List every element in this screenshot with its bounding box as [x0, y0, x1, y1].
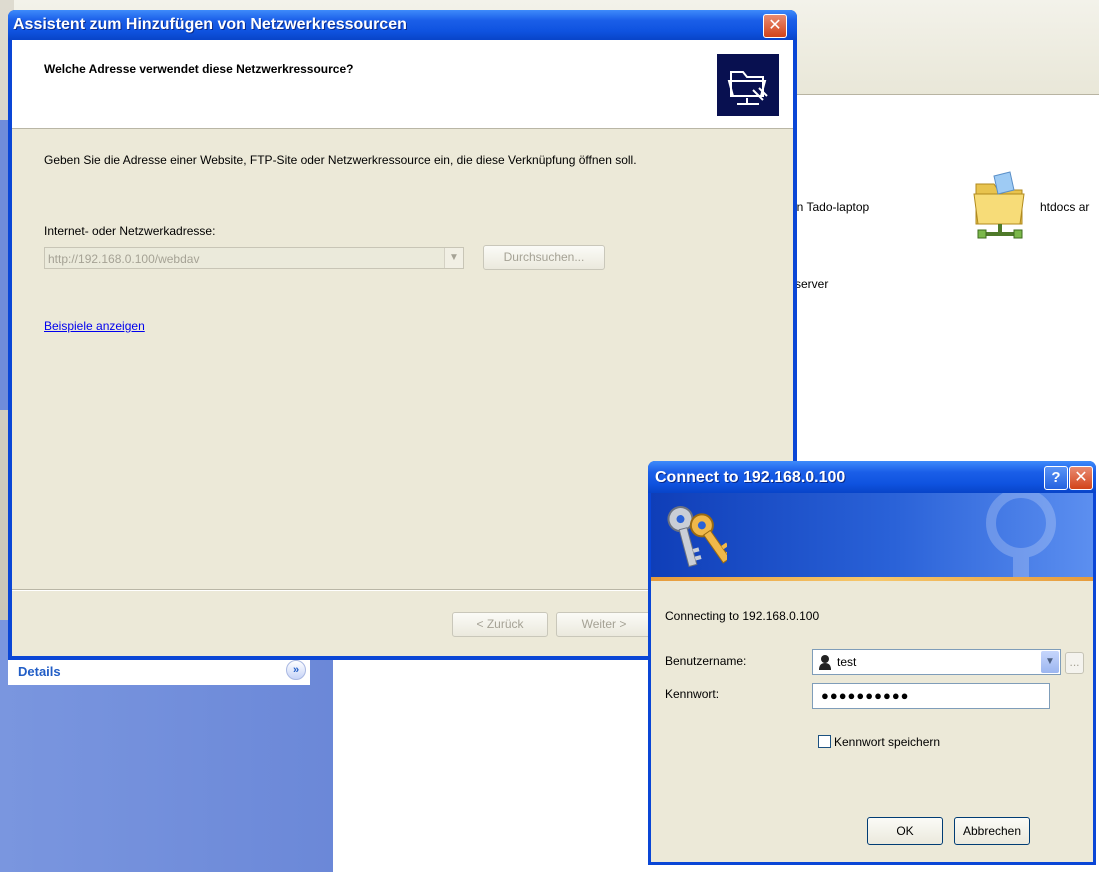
- close-icon[interactable]: ✕: [1069, 466, 1093, 490]
- cancel-button[interactable]: Abbrechen: [954, 817, 1030, 845]
- password-field[interactable]: ●●●●●●●●●●: [812, 683, 1050, 709]
- browse-users-button[interactable]: ...: [1065, 652, 1084, 674]
- banner-stripe: [651, 577, 1093, 581]
- wizard-description: Geben Sie die Adresse einer Website, FTP…: [44, 153, 637, 167]
- username-value: test: [837, 655, 857, 669]
- password-label: Kennwort:: [665, 687, 720, 701]
- browse-button[interactable]: Durchsuchen...: [483, 245, 605, 270]
- wizard-titlebar[interactable]: Assistent zum Hinzufügen von Netzwerkres…: [8, 10, 797, 40]
- network-folder-wizard-icon: [717, 54, 779, 116]
- chevron-down-icon[interactable]: ▼: [1041, 651, 1059, 673]
- connect-title: Connect to 192.168.0.100: [655, 469, 846, 486]
- keys-watermark-icon: [986, 493, 1056, 581]
- wizard-header: Welche Adresse verwendet diese Netzwerkr…: [12, 40, 793, 129]
- expand-chevron-icon[interactable]: »: [286, 660, 306, 680]
- remember-password-checkbox[interactable]: [818, 735, 831, 748]
- user-icon: [819, 655, 831, 670]
- connecting-text: Connecting to 192.168.0.100: [665, 609, 820, 623]
- connect-dialog: Connect to 192.168.0.100 ? ✕ Connecting …: [648, 461, 1096, 865]
- network-resource-htdocs[interactable]: htdocs ar: [1040, 200, 1089, 214]
- close-icon[interactable]: ✕: [763, 14, 787, 38]
- help-icon[interactable]: ?: [1044, 466, 1068, 490]
- connect-banner: [651, 493, 1093, 581]
- connect-body: Connecting to 192.168.0.100 Benutzername…: [651, 493, 1093, 862]
- next-button[interactable]: Weiter >: [556, 612, 652, 637]
- connect-titlebar[interactable]: Connect to 192.168.0.100 ? ✕: [648, 461, 1096, 493]
- wizard-heading: Welche Adresse verwendet diese Netzwerkr…: [44, 62, 354, 76]
- wizard-title: Assistent zum Hinzufügen von Netzwerkres…: [13, 16, 407, 33]
- address-combobox[interactable]: http://192.168.0.100/webdav ▼: [44, 247, 464, 269]
- password-value: ●●●●●●●●●●: [821, 688, 910, 703]
- ok-button[interactable]: OK: [867, 817, 943, 845]
- username-combobox[interactable]: test ▼: [812, 649, 1061, 675]
- network-folder-icon[interactable]: [970, 170, 1030, 242]
- show-examples-link[interactable]: Beispiele anzeigen: [44, 319, 145, 333]
- username-label: Benutzername:: [665, 654, 747, 668]
- network-resource-tado-laptop[interactable]: an Tado-laptop: [790, 200, 869, 214]
- remember-password-label[interactable]: Kennwort speichern: [834, 735, 940, 749]
- details-label: Details: [18, 664, 61, 679]
- chevron-down-icon[interactable]: ▼: [444, 248, 463, 268]
- address-label: Internet- oder Netzwerkadresse:: [44, 224, 216, 238]
- address-value: http://192.168.0.100/webdav: [48, 252, 200, 266]
- back-button[interactable]: < Zurück: [452, 612, 548, 637]
- keys-icon: [667, 506, 727, 568]
- network-resource-server[interactable]: server: [795, 277, 828, 291]
